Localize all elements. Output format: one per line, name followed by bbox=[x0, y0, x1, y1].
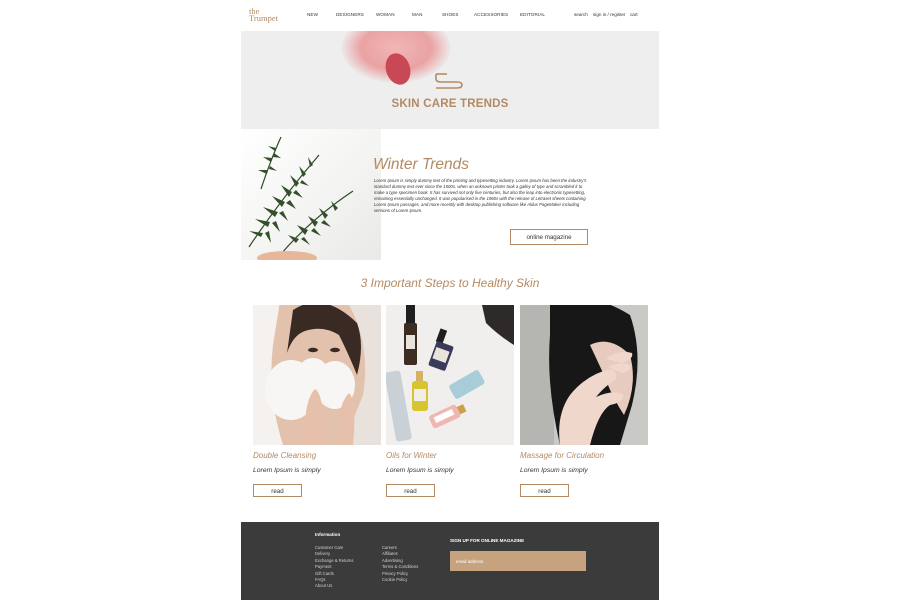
card-image-oils bbox=[386, 305, 514, 445]
winter-trends-title: Winter Trends bbox=[373, 156, 470, 173]
nav-editorial[interactable]: EDITORIAL bbox=[520, 12, 545, 17]
nav-accessories[interactable]: ACCESSORIES bbox=[474, 12, 508, 17]
card-title: Oils for Winter bbox=[386, 451, 437, 460]
nav-new[interactable]: NEW bbox=[307, 12, 318, 17]
footer-link[interactable]: Terms & Conditions bbox=[382, 564, 418, 570]
site-header: the Trumpet NEW DESIGNERS WOMAN MAN SHOE… bbox=[241, 0, 659, 31]
nav-shoes[interactable]: SHOES bbox=[442, 12, 459, 17]
logo[interactable]: the Trumpet bbox=[249, 7, 278, 23]
hero-banner: SKIN CARE TRENDS bbox=[241, 31, 659, 129]
card-text: Lorem Ipsum is simply bbox=[520, 467, 588, 474]
read-button[interactable]: read bbox=[253, 484, 302, 497]
fern-image bbox=[241, 129, 381, 260]
card-image-massage bbox=[520, 305, 648, 445]
read-button[interactable]: read bbox=[520, 484, 569, 497]
search-link[interactable]: search bbox=[574, 12, 588, 17]
card-text: Lorem Ipsum is simply bbox=[253, 467, 321, 474]
email-field[interactable] bbox=[450, 551, 586, 571]
nav-designers[interactable]: DESIGNERS bbox=[336, 12, 364, 17]
footer-information-heading: Information bbox=[315, 532, 341, 537]
hero-title: SKIN CARE TRENDS bbox=[391, 98, 509, 110]
nav-man[interactable]: MAN bbox=[412, 12, 423, 17]
card-text: Lorem Ipsum is simply bbox=[386, 467, 454, 474]
winter-trends-body: Lorem Ipsum is simply dummy text of the … bbox=[374, 178, 587, 214]
read-button[interactable]: read bbox=[386, 484, 435, 497]
nav-woman[interactable]: WOMAN bbox=[376, 12, 395, 17]
online-magazine-button[interactable]: online magazine bbox=[510, 229, 588, 245]
card-title: Massage for Circulation bbox=[520, 451, 605, 460]
footer-col-1: Customer Care Delivery Exchange & Return… bbox=[315, 545, 353, 590]
site-footer: Information Customer Care Delivery Excha… bbox=[241, 522, 659, 600]
steps-title: 3 Important Steps to Healthy Skin bbox=[360, 276, 540, 290]
footer-link[interactable]: About Us bbox=[315, 583, 353, 589]
brand-mark-icon bbox=[435, 73, 463, 89]
card-image-cleansing bbox=[253, 305, 381, 445]
cart-link[interactable]: cart bbox=[630, 12, 638, 17]
footer-col-2: Careers Affiliates Advertising Terms & C… bbox=[382, 545, 418, 583]
logo-line-2: Trumpet bbox=[249, 13, 278, 23]
newsletter-heading: SIGN UP FOR ONLINE MAGAZINE bbox=[450, 538, 525, 543]
page: the Trumpet NEW DESIGNERS WOMAN MAN SHOE… bbox=[241, 0, 659, 600]
signin-link[interactable]: sign in / register bbox=[593, 12, 625, 17]
footer-link[interactable]: Cookie Policy bbox=[382, 577, 418, 583]
card-title: Double Cleansing bbox=[253, 451, 317, 460]
